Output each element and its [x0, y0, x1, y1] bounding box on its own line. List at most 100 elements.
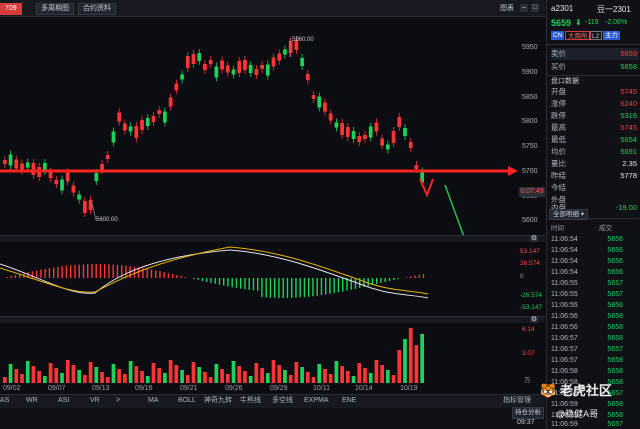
date-tick: 10/19 — [400, 385, 418, 392]
watermark-user: @稳健A哥 — [556, 409, 599, 419]
indicator-tab-ma[interactable]: MA — [148, 396, 159, 406]
volume-bar — [8, 364, 13, 383]
indicator-tab-ene[interactable]: ENE — [342, 396, 356, 406]
macd-bar — [214, 278, 216, 284]
volume-bar — [237, 366, 242, 383]
macd-tick: -53.147 — [520, 304, 543, 311]
indicator-tab-wr[interactable]: WR — [26, 396, 38, 406]
tick-row: 11:06:54 5656 — [551, 258, 623, 265]
candle — [83, 201, 87, 213]
candle — [111, 131, 116, 143]
stat-row: 均价 5691 — [551, 147, 637, 156]
volume-panel[interactable]: 6.14 3.07 万 — [0, 323, 545, 384]
date-tick: 09/13 — [92, 385, 110, 392]
contract-info-button[interactable]: 合约资料 — [78, 3, 116, 15]
volume-bar — [151, 363, 156, 383]
volume-bar — [185, 375, 190, 383]
volume-bar — [311, 377, 316, 383]
volume-bar — [128, 361, 133, 383]
indicator-tab-longshort[interactable]: 多空线 — [272, 396, 293, 406]
quote-change-pct: -2.06% — [605, 19, 628, 26]
macd-bar — [133, 266, 136, 278]
macd-bar — [316, 278, 318, 296]
macd-bar — [342, 278, 344, 292]
volume-bar — [305, 372, 310, 383]
tick-row: 11:06:56 5658 — [551, 324, 623, 331]
candle — [71, 185, 76, 193]
macd-bar — [36, 270, 38, 278]
macd-bar — [197, 278, 199, 281]
macd-bar — [65, 265, 68, 278]
volume-bar — [123, 374, 127, 383]
multi-period-button[interactable]: 多周期图 — [36, 3, 74, 15]
volume-bar — [300, 367, 304, 383]
macd-tick: 0 — [520, 273, 524, 280]
candle — [368, 126, 373, 138]
volume-bar — [254, 363, 259, 383]
volume-bar — [71, 365, 76, 383]
candle — [248, 65, 253, 73]
volume-bar — [231, 361, 236, 383]
stat-row: 涨停 6240 — [551, 99, 637, 108]
ask-row: 卖价 5659 — [551, 48, 639, 60]
high-marker-label: 5960.00 — [292, 37, 314, 43]
macd-bar — [163, 272, 165, 278]
macd-bar — [40, 269, 42, 278]
tab-scroll-icon[interactable]: > — [116, 396, 120, 406]
macd-bar — [388, 278, 391, 281]
macd-bar — [380, 278, 382, 283]
macd-chart — [0, 246, 429, 299]
macd-bar — [176, 275, 178, 278]
tick-row: 11:06:58 5658 — [551, 368, 623, 375]
candle — [300, 58, 304, 66]
candle — [254, 69, 259, 75]
maximize-icon[interactable]: □ — [531, 4, 539, 12]
indicator-tab-boll[interactable]: BOLL — [178, 396, 196, 406]
volume-bar — [328, 374, 333, 383]
position-analysis-button[interactable]: 持仓分析 — [512, 407, 544, 419]
macd-bar — [155, 270, 157, 278]
indicator-tab-asi[interactable]: ASI — [58, 396, 69, 406]
indicator-tab-as[interactable]: AS — [0, 396, 9, 406]
candle — [214, 66, 219, 78]
indicator-tab-expma[interactable]: EXPMA — [304, 396, 329, 406]
macd-bar — [146, 268, 148, 278]
price-tick: 5600 — [522, 217, 538, 224]
macd-bar — [82, 264, 85, 278]
macd-bar — [295, 278, 297, 298]
volume-bar — [351, 376, 356, 383]
volume-bar — [14, 369, 19, 383]
macd-bar — [274, 278, 276, 298]
tick-row: 11:06:54 5656 — [551, 269, 623, 276]
macd-bar — [57, 266, 59, 278]
candle — [385, 144, 390, 150]
candle — [157, 110, 162, 114]
volume-bar — [288, 375, 293, 383]
volume-bar — [214, 364, 219, 383]
candle — [363, 135, 367, 139]
stat-row: 最低 5654 — [551, 135, 637, 144]
kline-panel[interactable]: 5960.00 5600.00 5950 5900 5850 5800 5750… — [0, 17, 545, 235]
indicator-tab-bullbear[interactable]: 牛熊线 — [240, 396, 261, 406]
badge-cn: CN — [551, 31, 565, 40]
macd-bar — [78, 264, 80, 278]
indicator-tab-vr[interactable]: VR — [90, 396, 100, 406]
macd-bar — [70, 265, 72, 278]
contract-code-tab[interactable]: 709 — [0, 3, 22, 15]
indicator-manage-button[interactable]: 指标管理 — [503, 396, 531, 406]
date-tick: 10/11 — [313, 385, 330, 392]
candle — [117, 112, 122, 122]
macd-panel[interactable]: 53.147 26.574 0 -26.574 -53.147 — [0, 242, 545, 316]
candle — [231, 69, 236, 75]
volume-bar — [334, 361, 339, 383]
macd-bar — [410, 276, 412, 278]
volume-bar — [385, 370, 390, 383]
indicator-tab-magic9[interactable]: 神奇九转 — [204, 396, 232, 406]
vol-tick: 3.07 — [522, 350, 535, 357]
volume-bar — [88, 362, 93, 383]
candle — [277, 53, 282, 61]
minimize-icon[interactable]: – — [520, 4, 528, 12]
macd-bar — [329, 278, 331, 294]
dif-line — [0, 249, 429, 299]
volume-bar — [260, 368, 264, 383]
